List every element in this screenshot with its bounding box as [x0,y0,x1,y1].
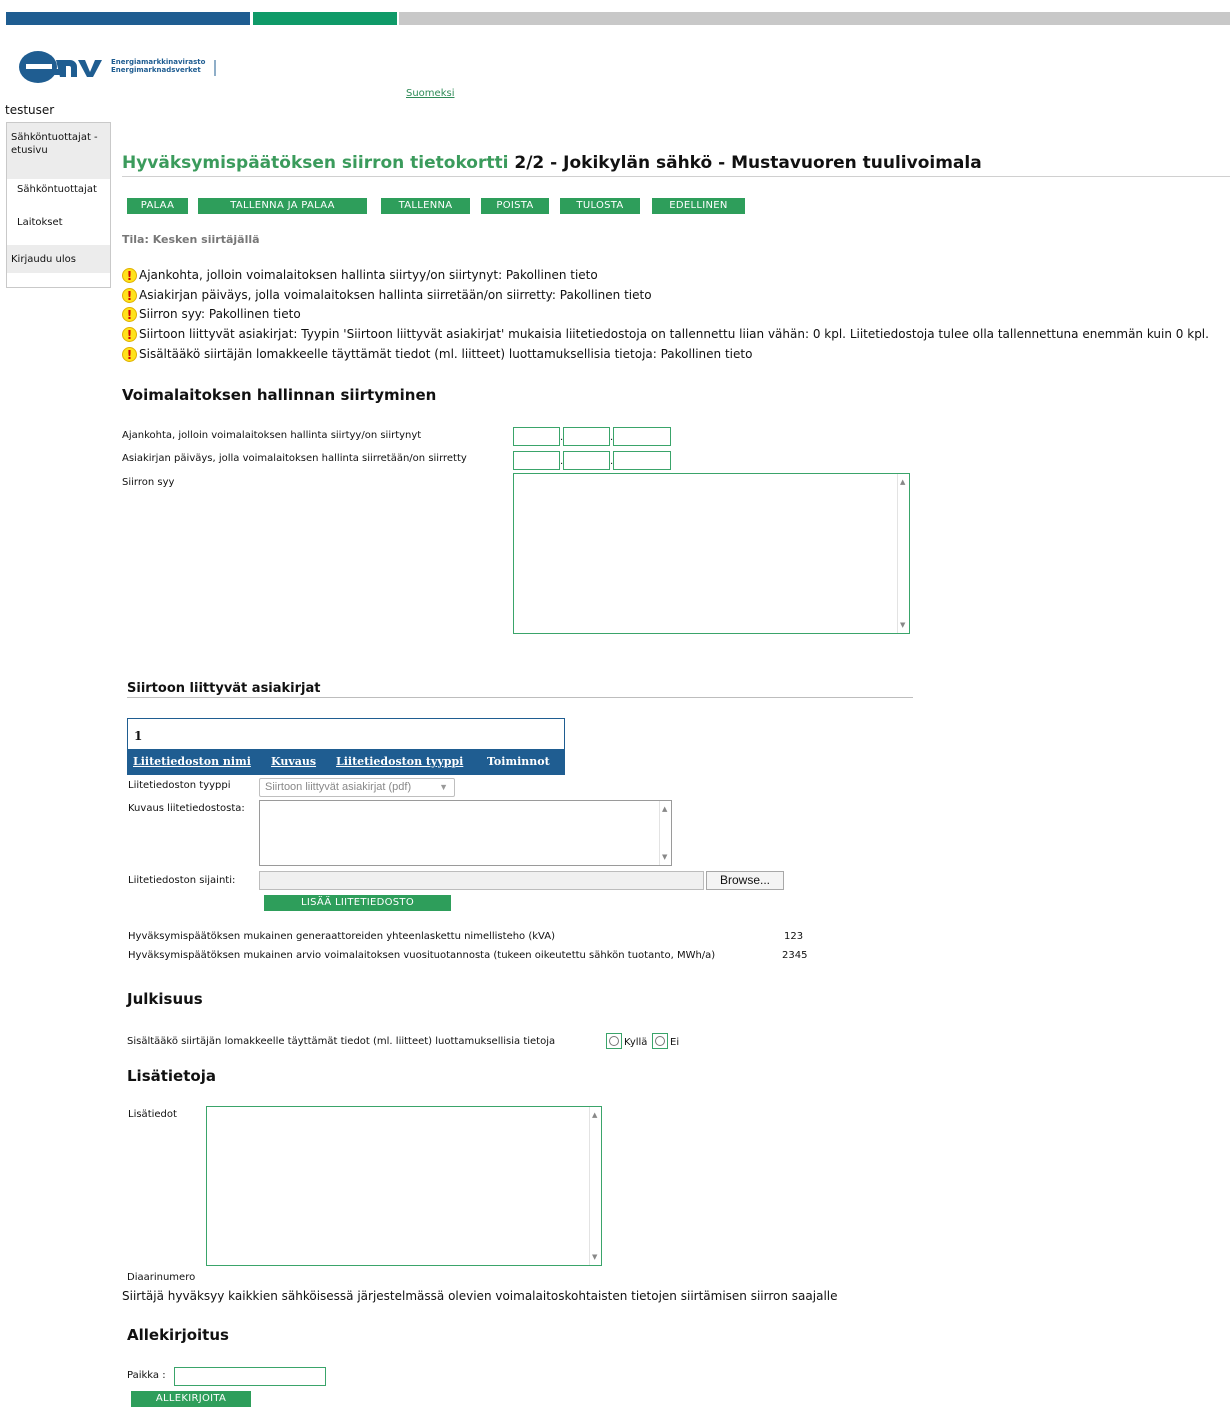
page-title: Hyväksymispäätöksen siirron tietokortti … [122,153,982,173]
save-button[interactable]: TALLENNA [381,198,470,214]
warning-text: Ajankohta, jolloin voimalaitoksen hallin… [139,268,598,282]
warning-icon: ! [122,307,137,322]
file-type-selected: Siirtoon liittyvät asiakirjat (pdf) [265,781,412,793]
warning-icon: ! [122,347,137,362]
confidential-no-label: Ei [670,1037,680,1048]
warning-text: Siirtoon liittyvät asiakirjat: Tyypin 'S… [139,327,1209,341]
sidebar-item-home[interactable]: Sähköntuottajat - etusivu [7,123,110,179]
org-name-fi: Energiamarkkinavirasto [111,58,206,66]
warning-item: ! Ajankohta, jolloin voimalaitoksen halli… [122,268,598,283]
scrollbar[interactable]: ▲ ▼ [659,801,671,865]
attachments-header-row: Liitetiedoston nimi Kuvaus Liitetiedosto… [128,749,564,774]
chevron-down-icon: ▼ [439,782,448,792]
document-date-day-input[interactable] [513,451,560,470]
scroll-up-icon[interactable]: ▲ [900,478,905,486]
warning-text: Siirron syy: Pakollinen tieto [139,307,301,321]
document-date-month-input[interactable] [563,451,610,470]
transfer-heading: Voimalaitoksen hallinnan siirtyminen [122,386,437,404]
username: testuser [5,103,55,117]
emv-logo: Energiamarkkinavirasto Energimarknadsver… [18,50,228,84]
delete-button[interactable]: POISTA [481,198,549,214]
attachments-table: 1 Liitetiedoston nimi Kuvaus Liitetiedos… [127,718,565,775]
browse-button[interactable]: Browse... [706,871,784,890]
title-divider [122,176,1230,177]
column-file-name[interactable]: Liitetiedoston nimi [133,755,251,768]
column-actions: Toiminnot [487,755,550,768]
confidential-no-radio[interactable] [652,1033,668,1049]
file-path-input[interactable] [259,871,704,890]
sign-button[interactable]: ALLEKIRJOITA [131,1391,251,1407]
scroll-down-icon[interactable]: ▼ [592,1253,597,1261]
scroll-up-icon[interactable]: ▲ [662,805,667,813]
warning-item: ! Siirtoon liittyvät asiakirjat: Tyypin '… [122,327,1209,342]
diary-number-label: Diaarinumero [127,1272,196,1283]
column-file-type[interactable]: Liitetiedoston tyyppi [336,755,463,768]
warning-item: ! Siirron syy: Pakollinen tieto [122,307,301,322]
place-label: Paikka : [127,1370,166,1381]
consent-text: Siirtäjä hyväksyy kaikkien sähköisessä j… [122,1289,838,1303]
scrollbar[interactable]: ▲ ▼ [897,474,909,633]
radio-circle [609,1036,619,1046]
publicity-heading: Julkisuus [127,990,203,1008]
warning-text: Sisältääkö siirtäjän lomakkeelle täyttäm… [139,347,753,361]
scroll-down-icon[interactable]: ▼ [662,853,667,861]
org-name-sv: Energimarknadsverket [111,66,201,74]
description-textarea[interactable]: ▲ ▼ [259,800,672,866]
extra-heading: Lisätietoja [127,1067,216,1085]
file-location-label: Liitetiedoston sijainti: [128,875,236,886]
scroll-up-icon[interactable]: ▲ [592,1111,597,1119]
warning-text: Asiakirjan päiväys, jolla voimalaitoksen… [139,288,652,302]
status-text: Tila: Kesken siirtäjällä [122,233,260,246]
confidential-question: Sisältääkö siirtäjän lomakkeelle täyttäm… [127,1036,556,1047]
scrollbar[interactable]: ▲ ▼ [589,1107,601,1265]
sidebar-item-producers[interactable]: Sähköntuottajat [7,179,110,213]
back-button[interactable]: PALAA [127,198,188,214]
reason-label: Siirron syy [122,477,175,488]
place-input[interactable] [174,1367,326,1386]
top-bar-blue [6,12,250,25]
description-label: Kuvaus liitetiedostosta: [128,803,245,814]
sidebar-item-plants[interactable]: Laitokset [7,213,110,245]
page-title-prefix: Hyväksymispäätöksen siirron tietokortti [122,153,509,173]
power-value: 123 [784,931,804,942]
column-description[interactable]: Kuvaus [271,755,316,768]
extra-label: Lisätiedot [128,1109,177,1120]
warning-icon: ! [122,327,137,342]
confidential-yes-radio[interactable] [606,1033,622,1049]
transfer-date-label: Ajankohta, jolloin voimalaitoksen hallin… [122,430,422,441]
warning-item: ! Asiakirjan päiväys, jolla voimalaitokse… [122,288,652,303]
confidential-yes-label: Kyllä [624,1037,648,1048]
documents-divider [127,697,913,698]
page-title-rest: 2/2 - Jokikylän sähkö - Mustavuoren tuul… [514,153,982,173]
document-date-label: Asiakirjan päiväys, jolla voimalaitoksen… [122,453,467,464]
extra-textarea[interactable]: ▲ ▼ [206,1106,602,1266]
warning-item: ! Sisältääkö siirtäjän lomakkeelle täyttä… [122,347,752,362]
language-link[interactable]: Suomeksi [406,88,454,99]
scroll-down-icon[interactable]: ▼ [900,621,905,629]
production-label: Hyväksymispäätöksen mukainen arvio voima… [128,950,716,961]
top-bar-grey [399,12,1230,25]
reason-textarea[interactable]: ▲ ▼ [513,473,910,634]
warning-icon: ! [122,268,137,283]
add-attachment-button[interactable]: LISÄÄ LIITETIEDOSTO [264,895,451,911]
transfer-date-month-input[interactable] [563,427,610,446]
previous-button[interactable]: EDELLINEN [652,198,745,214]
warning-icon: ! [122,288,137,303]
print-button[interactable]: TULOSTA [560,198,640,214]
sidebar-item-logout[interactable]: Kirjaudu ulos [7,245,110,273]
document-date-year-input[interactable] [613,451,671,470]
transfer-date-year-input[interactable] [613,427,671,446]
file-type-select[interactable]: Siirtoon liittyvät asiakirjat (pdf) ▼ [259,778,455,797]
signature-heading: Allekirjoitus [127,1326,229,1344]
top-bar-green [253,12,397,25]
power-label: Hyväksymispäätöksen mukainen generaattor… [128,931,555,942]
documents-heading: Siirtoon liittyvät asiakirjat [127,681,321,696]
transfer-date-day-input[interactable] [513,427,560,446]
save-and-back-button[interactable]: TALLENNA JA PALAA [198,198,367,214]
attachments-count: 1 [134,729,143,743]
radio-circle [655,1036,665,1046]
sidebar: Sähköntuottajat - etusivu Sähköntuottaja… [6,122,111,288]
file-type-label: Liitetiedoston tyyppi [128,780,231,791]
production-value: 2345 [782,950,808,961]
